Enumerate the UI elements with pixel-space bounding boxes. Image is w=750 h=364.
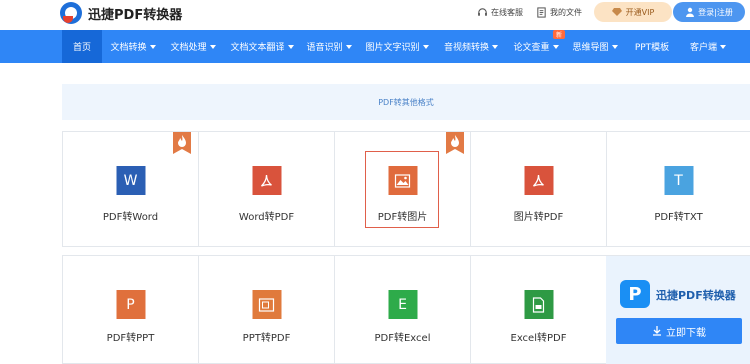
headset-icon [478, 7, 487, 16]
hot-badge [173, 132, 191, 154]
tool-label: PDF转TXT [654, 212, 703, 223]
section-title: PDF转其他格式 [378, 97, 434, 107]
login-label: 登录|注册 [698, 7, 733, 17]
flame-icon [178, 135, 186, 147]
my-files-label: 我的文件 [550, 7, 582, 17]
download-button[interactable]: 立即下载 [616, 318, 742, 344]
tool-label: PDF转PPT [106, 333, 155, 344]
nav-item-ocr[interactable]: 图片文字识别 [360, 30, 434, 63]
txt-icon: T [664, 166, 693, 195]
chevron-down-icon [149, 44, 156, 49]
new-badge: 新 [553, 30, 565, 39]
nav-item-ppt-template[interactable]: PPT模板 [627, 30, 677, 63]
excel-icon: E [388, 290, 417, 319]
chevron-down-icon [422, 44, 429, 49]
nav-label: 音视频转换 [443, 43, 489, 53]
tool-excel-to-pdf[interactable]: Excel转PDF [471, 256, 607, 364]
pdf-icon [524, 166, 553, 195]
nav-label: 首页 [72, 43, 91, 53]
xls-file-icon [524, 290, 553, 319]
promo-app-name: 迅捷PDF转换器 [656, 289, 736, 302]
nav-item-doc-process[interactable]: 文档处理 [164, 30, 222, 63]
flame-icon [451, 135, 459, 147]
nav-item-home[interactable]: 首页 [62, 30, 102, 63]
pdf-icon [252, 166, 281, 195]
ppt-icon: P [116, 290, 145, 319]
main-nav: 首页 文档转换 文档处理 文档文本翻译 语音识别 图片文字识别 音视频转换 论文… [0, 30, 750, 63]
open-vip-button[interactable]: 开通VIP [594, 2, 672, 22]
tool-label: Word转PDF [238, 212, 295, 223]
word-icon: W [116, 166, 145, 195]
ppt-file-icon [252, 290, 281, 319]
tool-word-to-pdf[interactable]: Word转PDF [199, 132, 335, 247]
nav-item-translate[interactable]: 文档文本翻译 [224, 30, 300, 63]
tool-pdf-to-word[interactable]: W PDF转Word [63, 132, 199, 247]
tool-pdf-to-ppt[interactable]: P PDF转PPT [63, 256, 199, 364]
chevron-down-icon [552, 44, 559, 49]
logo-icon [60, 2, 82, 24]
nav-label: 论文查重 [513, 43, 550, 53]
login-register-button[interactable]: 登录|注册 [673, 2, 745, 22]
tool-ppt-to-pdf[interactable]: PPT转PDF [199, 256, 335, 364]
download-promo: P 迅捷PDF转换器 立即下载 [606, 256, 750, 364]
site-logo[interactable]: 迅捷PDF转换器 [60, 0, 182, 26]
customer-service-link[interactable]: 在线客服 [477, 4, 523, 20]
nav-label: 客户端 [689, 43, 717, 53]
top-header: 迅捷PDF转换器 在线客服 我的文件 开通VIP 登录|注册 [0, 0, 750, 30]
chevron-down-icon [209, 44, 216, 49]
nav-item-speech[interactable]: 语音识别 [301, 30, 357, 63]
logo-text: 迅捷PDF转换器 [88, 7, 183, 23]
tool-label: PPT转PDF [242, 333, 291, 344]
chevron-down-icon [720, 44, 726, 49]
nav-label: PPT模板 [634, 43, 670, 53]
chevron-down-icon [492, 44, 498, 49]
nav-label: 图片文字识别 [365, 43, 420, 53]
chevron-down-icon [611, 44, 618, 49]
chevron-down-icon [345, 44, 352, 49]
nav-item-mindmap[interactable]: 思维导图 [567, 30, 623, 63]
user-icon [686, 7, 695, 17]
customer-service-label: 在线客服 [491, 7, 523, 17]
vip-label: 开通VIP [625, 7, 655, 17]
hot-badge [446, 132, 464, 154]
nav-item-av-convert[interactable]: 音视频转换 [437, 30, 505, 63]
tool-label: PDF转Word [102, 212, 159, 223]
tool-label: Excel转PDF [510, 333, 567, 344]
file-icon [537, 6, 546, 18]
tool-label: PDF转Excel [374, 333, 431, 344]
nav-item-client[interactable]: 客户端 [682, 30, 734, 63]
nav-label: 思维导图 [572, 43, 609, 53]
app-logo-icon: P [620, 280, 650, 308]
tool-label: 图片转PDF [513, 212, 564, 223]
download-label: 立即下载 [666, 327, 706, 339]
nav-label: 文档处理 [170, 43, 207, 53]
chevron-down-icon [287, 44, 294, 49]
nav-item-doc-convert[interactable]: 文档转换 [104, 30, 162, 63]
download-icon [653, 326, 661, 336]
tool-image-to-pdf[interactable]: 图片转PDF [471, 132, 607, 247]
diamond-icon [611, 8, 622, 16]
nav-label: 语音识别 [306, 43, 343, 53]
nav-label: 文档转换 [110, 43, 147, 53]
tool-pdf-to-excel[interactable]: E PDF转Excel [335, 256, 471, 364]
section-banner: PDF转其他格式 [62, 84, 750, 120]
nav-label: 文档文本翻译 [230, 43, 285, 53]
my-files-link[interactable]: 我的文件 [536, 4, 582, 20]
selected-tool-highlight [365, 151, 439, 228]
tool-pdf-to-txt[interactable]: T PDF转TXT [607, 132, 750, 247]
